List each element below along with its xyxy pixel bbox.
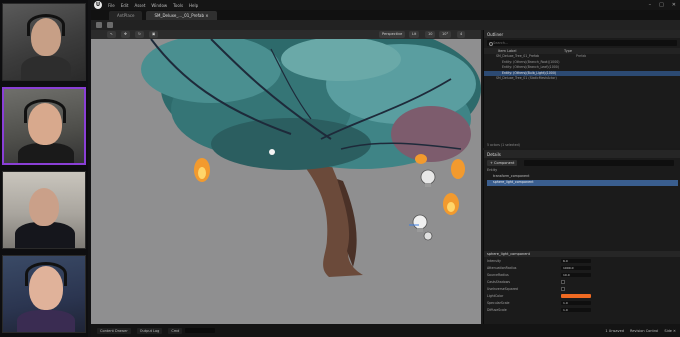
grid-snap-value[interactable]: 10 <box>425 31 436 38</box>
property-label: AttenuationRadius <box>487 266 517 270</box>
property-label: CastsShadows <box>487 280 510 284</box>
property-value-input[interactable]: 6.0 <box>561 258 591 264</box>
rotate-icon[interactable]: ↻ <box>135 31 144 38</box>
menu-file[interactable]: File <box>108 3 115 8</box>
person-shoulders <box>21 56 71 80</box>
property-source-radius: SourceRadius 10.0 <box>487 272 678 278</box>
light-bulb-icon[interactable] <box>420 169 436 187</box>
outliner-panel: Outliner Search... Item Label Type SM_De… <box>483 30 680 148</box>
status-bar: Content Drawer Output Log Cmd 1 Unsaved … <box>91 324 680 337</box>
close-icon[interactable]: ✕ <box>672 2 676 8</box>
light-bulb-icon-selected[interactable] <box>409 214 433 241</box>
property-inverse-squared: UseInverseSquared <box>487 286 678 292</box>
person-head <box>29 188 59 226</box>
component-row[interactable]: transform_component <box>487 174 678 180</box>
property-label: SourceRadius <box>487 273 509 277</box>
property-intensity: Intensity 6.0 <box>487 258 678 264</box>
property-value-input[interactable]: 1.0 <box>561 307 591 313</box>
content-drawer-button[interactable]: Content Drawer <box>97 327 131 334</box>
leaf-cluster <box>391 106 471 162</box>
menu-tools[interactable]: Tools <box>173 3 183 8</box>
details-panel: Details + Component Entity transform_com… <box>483 150 680 324</box>
component-row-selected[interactable]: sphere_light_component <box>487 180 678 186</box>
outliner-row-label: SM_Deluxe_Tree_01 (StaticMeshActor) <box>496 76 557 80</box>
document-tab-bar: AntPlace SM_Deluxe_..._01_Prefab × <box>91 10 680 20</box>
window-controls: – □ ✕ <box>649 2 676 8</box>
property-value-input[interactable]: 1000.0 <box>561 265 591 271</box>
property-label: UseInverseSquared <box>487 287 518 291</box>
property-label: DiffuseScale <box>487 308 507 312</box>
flame-bulb-left <box>194 158 210 182</box>
property-label: LightColor <box>487 294 504 298</box>
webcam-participant-2-speaking <box>2 87 86 165</box>
person-shoulders <box>15 222 75 248</box>
menu-help[interactable]: Help <box>189 3 198 8</box>
save-icon[interactable] <box>96 22 102 28</box>
person-shoulders <box>18 143 74 163</box>
property-value-input[interactable]: 10.0 <box>561 272 591 278</box>
flame-bulb-right <box>415 154 465 215</box>
color-swatch[interactable] <box>561 293 591 299</box>
menu-bar: U File Edit Asset Window Tools Help – □ … <box>91 0 680 10</box>
side-panel-toggle[interactable]: Side ✕ <box>664 329 676 333</box>
maximize-icon[interactable]: □ <box>659 2 664 8</box>
tab-antplace[interactable]: AntPlace <box>109 11 143 20</box>
webcam-column <box>0 0 88 337</box>
select-mode-icon[interactable]: ↖ <box>107 31 116 38</box>
lit-button[interactable]: Lit <box>409 31 420 38</box>
selected-point-icon <box>269 149 275 155</box>
main-toolbar <box>91 20 680 30</box>
scale-icon[interactable]: ▣ <box>149 31 159 38</box>
camera-speed-value[interactable]: 4 <box>457 31 466 38</box>
translate-icon[interactable]: ✥ <box>121 31 130 38</box>
browse-icon[interactable] <box>107 22 113 28</box>
outliner-title: Outliner <box>484 30 680 38</box>
outliner-row[interactable]: SM_Deluxe_Tree_01 (StaticMeshActor) <box>484 76 680 82</box>
webcam-participant-3 <box>2 171 86 249</box>
property-light-color: LightColor <box>487 293 678 299</box>
viewport-scene <box>141 39 481 277</box>
perspective-button[interactable]: Perspective <box>379 31 406 38</box>
status-bar-right: 1 Unsaved Revision Control Side ✕ <box>605 329 676 333</box>
property-checkbox[interactable] <box>561 287 565 291</box>
property-checkbox[interactable] <box>561 280 565 284</box>
headset-icon <box>24 99 66 123</box>
add-component-button[interactable]: + Component <box>487 160 518 166</box>
menu-window[interactable]: Window <box>151 3 167 8</box>
unsaved-indicator[interactable]: 1 Unsaved <box>605 329 624 333</box>
property-label: Intensity <box>487 259 501 263</box>
output-log-button[interactable]: Output Log <box>136 327 163 334</box>
tab-prefab[interactable]: SM_Deluxe_..._01_Prefab × <box>146 11 217 20</box>
leaf-cluster <box>211 118 371 170</box>
outliner-search-input[interactable]: Search... <box>487 40 677 46</box>
level-viewport[interactable] <box>91 39 481 324</box>
minimize-icon[interactable]: – <box>649 2 652 8</box>
viewport-toolbar: ↖ ✥ ↻ ▣ Perspective Lit 10 10° 4 <box>91 30 481 39</box>
revision-control-button[interactable]: Revision Control <box>630 329 658 333</box>
leaf-cluster <box>281 39 401 81</box>
property-casts-shadows: CastsShadows <box>487 279 678 285</box>
headset-icon <box>27 14 65 36</box>
property-label: SpecularScale <box>487 301 510 305</box>
person-shoulders <box>17 310 75 332</box>
details-title: Details <box>484 150 680 158</box>
headset-icon <box>25 262 67 286</box>
property-value-input[interactable]: 1.0 <box>561 300 591 306</box>
webcam-participant-1 <box>2 3 86 81</box>
cmd-button[interactable]: Cmd <box>168 327 183 334</box>
webcam-participant-4 <box>2 255 86 333</box>
unreal-logo-icon: U <box>94 1 102 9</box>
property-diffuse-scale: DiffuseScale 1.0 <box>487 307 678 313</box>
entity-label: Entity <box>487 168 498 172</box>
property-section-header[interactable]: sphere_light_component <box>484 251 680 257</box>
menu-asset[interactable]: Asset <box>134 3 145 8</box>
property-specular-scale: SpecularScale 1.0 <box>487 300 678 306</box>
menu-edit[interactable]: Edit <box>121 3 129 8</box>
component-search-input[interactable] <box>524 160 674 166</box>
outliner-actor-count: 5 actors (1 selected) <box>487 143 520 147</box>
property-attenuation: AttenuationRadius 1000.0 <box>487 265 678 271</box>
unreal-editor-window: U File Edit Asset Window Tools Help – □ … <box>91 0 680 337</box>
console-input[interactable] <box>185 328 216 333</box>
angle-snap-value[interactable]: 10° <box>439 31 452 38</box>
